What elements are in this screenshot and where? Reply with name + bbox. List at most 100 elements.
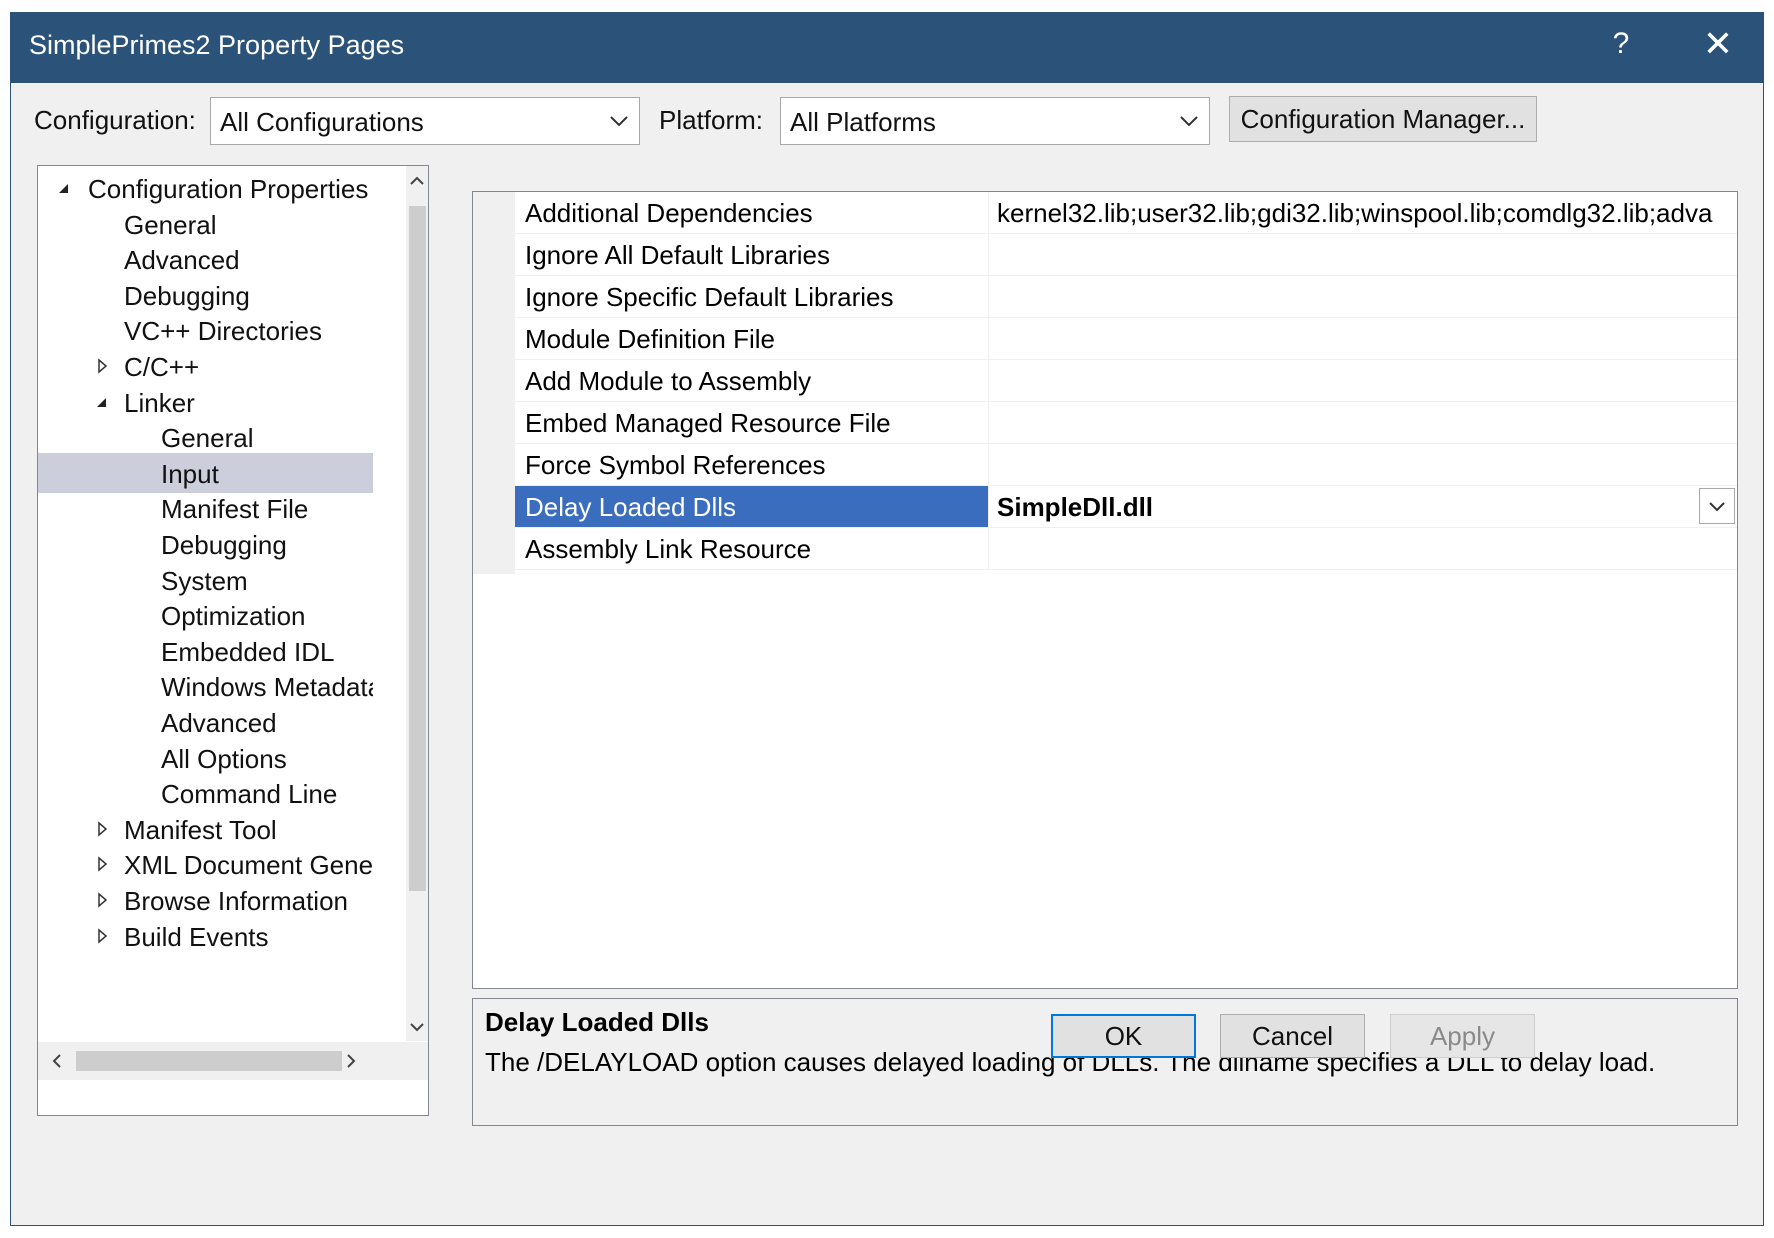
tree-item-label: Manifest File: [161, 494, 309, 525]
ok-button[interactable]: OK: [1051, 1014, 1196, 1058]
property-name: Module Definition File: [525, 324, 776, 354]
property-value-cell[interactable]: [989, 318, 1737, 359]
property-value-cell[interactable]: [989, 276, 1737, 317]
tree-item-label: Debugging: [124, 280, 250, 311]
tree-item[interactable]: XML Document Generator: [38, 844, 373, 884]
expanded-triangle-icon[interactable]: [94, 394, 110, 410]
cancel-button[interactable]: Cancel: [1220, 1014, 1365, 1058]
property-value-cell[interactable]: SimpleDll.dll: [989, 486, 1737, 527]
tree-item[interactable]: General: [38, 417, 373, 457]
property-name-cell[interactable]: Add Module to Assembly: [515, 360, 989, 401]
tree-item-label: Advanced: [161, 708, 277, 738]
tree-item-label: System: [161, 565, 248, 596]
tree-item[interactable]: All Options: [38, 738, 373, 778]
property-value-cell[interactable]: [989, 444, 1737, 485]
property-name-cell[interactable]: Force Symbol References: [515, 444, 989, 485]
tree-item-label: General: [161, 423, 254, 454]
property-value-cell[interactable]: [989, 360, 1737, 401]
property-value-cell[interactable]: [989, 528, 1737, 569]
tree-item[interactable]: Advanced: [38, 702, 373, 742]
scroll-down-icon[interactable]: [406, 1016, 428, 1043]
tree-item-label: All Options: [161, 743, 287, 774]
tree-item-label: Manifest Tool: [124, 814, 277, 845]
property-value: kernel32.lib;user32.lib;gdi32.lib;winspo…: [997, 198, 1713, 228]
property-name-cell[interactable]: Ignore Specific Default Libraries: [515, 276, 989, 317]
tree-item-label: Optimization: [161, 601, 306, 632]
property-row[interactable]: Module Definition File: [515, 318, 1737, 360]
tree-item-label: Linker: [124, 387, 195, 418]
tree-item-label: Command Line: [161, 779, 338, 810]
tree-item-label: Browse Information: [124, 886, 348, 916]
property-row[interactable]: Embed Managed Resource File: [515, 402, 1737, 444]
property-row[interactable]: Delay Loaded Dlls SimpleDll.dll: [515, 486, 1737, 528]
value-dropdown-button[interactable]: [1699, 488, 1735, 524]
property-row[interactable]: Ignore All Default Libraries: [515, 234, 1737, 276]
tree-item[interactable]: C/C++: [38, 346, 373, 386]
configuration-manager-button[interactable]: Configuration Manager...: [1229, 96, 1537, 142]
property-row[interactable]: Additional Dependencies kernel32.lib;user…: [515, 192, 1737, 234]
tree-item[interactable]: Embedded IDL: [38, 631, 373, 671]
apply-button[interactable]: Apply: [1390, 1014, 1535, 1058]
tree-item[interactable]: General: [38, 204, 373, 244]
tree-vertical-scrollbar[interactable]: [406, 166, 428, 1041]
collapsed-triangle-icon[interactable]: [94, 821, 110, 837]
tree-item[interactable]: Command Line: [38, 773, 373, 813]
tree-item-label: Build Events: [124, 921, 269, 952]
category-tree: Configuration Properties General Advanced D…: [37, 165, 429, 1116]
tree-item[interactable]: Configuration Properties: [38, 168, 373, 208]
tree-item[interactable]: Windows Metadata: [38, 666, 373, 706]
close-button[interactable]: ✕: [1696, 23, 1740, 65]
help-button[interactable]: ?: [1601, 27, 1641, 61]
property-row[interactable]: Force Symbol References: [515, 444, 1737, 486]
property-name: Add Module to Assembly: [525, 366, 812, 396]
tree-vertical-scroll-thumb[interactable]: [409, 206, 426, 891]
tree-item-label: C/C++: [124, 352, 200, 382]
property-name: Additional Dependencies: [525, 198, 813, 228]
tree-horizontal-scrollbar[interactable]: [38, 1042, 428, 1080]
property-value-cell[interactable]: [989, 234, 1737, 275]
tree-item[interactable]: Manifest File: [38, 488, 373, 528]
title-bar: SimplePrimes2 Property Pages ? ✕: [11, 13, 1763, 83]
tree-item-label: Debugging: [161, 530, 287, 560]
property-name-cell[interactable]: Module Definition File: [515, 318, 989, 359]
chevron-down-icon: [1180, 116, 1198, 127]
collapsed-triangle-icon[interactable]: [94, 927, 110, 944]
tree-item-label: XML Document Generator: [124, 850, 373, 881]
platform-dropdown[interactable]: All Platforms: [780, 97, 1210, 145]
property-name-cell[interactable]: Ignore All Default Libraries: [515, 234, 989, 275]
tree-item[interactable]: Input: [38, 452, 373, 493]
scroll-left-icon[interactable]: [46, 1050, 68, 1077]
tree-item[interactable]: Debugging: [38, 524, 373, 564]
property-row[interactable]: Assembly Link Resource: [515, 528, 1737, 570]
tree-item[interactable]: Optimization: [38, 595, 373, 635]
collapsed-triangle-icon[interactable]: [94, 856, 110, 873]
configuration-label: Configuration:: [34, 105, 196, 135]
tree-item[interactable]: Browse Information: [38, 880, 373, 920]
tree-item[interactable]: System: [38, 560, 373, 600]
collapsed-triangle-icon[interactable]: [94, 358, 110, 374]
tree-item[interactable]: Advanced: [38, 239, 373, 279]
property-name: Embed Managed Resource File: [525, 408, 891, 438]
property-name: Force Symbol References: [525, 450, 826, 480]
tree-item[interactable]: Build Events: [38, 916, 373, 956]
property-row[interactable]: Add Module to Assembly: [515, 360, 1737, 402]
property-name-cell[interactable]: Delay Loaded Dlls: [515, 486, 989, 527]
tree-item[interactable]: Linker: [38, 382, 373, 422]
tree-item[interactable]: Manifest Tool: [38, 809, 373, 849]
configuration-dropdown[interactable]: All Configurations: [210, 97, 640, 145]
tree-item-label: Windows Metadata: [161, 672, 373, 703]
chevron-down-icon: [610, 116, 628, 127]
tree-item[interactable]: Debugging: [38, 275, 373, 315]
scroll-up-icon[interactable]: [406, 170, 428, 198]
tree-item[interactable]: VC++ Directories: [38, 310, 373, 350]
property-name-cell[interactable]: Embed Managed Resource File: [515, 402, 989, 443]
scroll-right-icon[interactable]: [340, 1050, 362, 1077]
property-name-cell[interactable]: Assembly Link Resource: [515, 528, 989, 569]
property-name-cell[interactable]: Additional Dependencies: [515, 192, 989, 233]
collapsed-triangle-icon[interactable]: [94, 892, 110, 908]
tree-horizontal-scroll-thumb[interactable]: [76, 1051, 342, 1071]
property-value-cell[interactable]: kernel32.lib;user32.lib;gdi32.lib;winspo…: [989, 192, 1737, 233]
property-value-cell[interactable]: [989, 402, 1737, 443]
property-row[interactable]: Ignore Specific Default Libraries: [515, 276, 1737, 318]
expanded-triangle-icon[interactable]: [56, 180, 72, 196]
